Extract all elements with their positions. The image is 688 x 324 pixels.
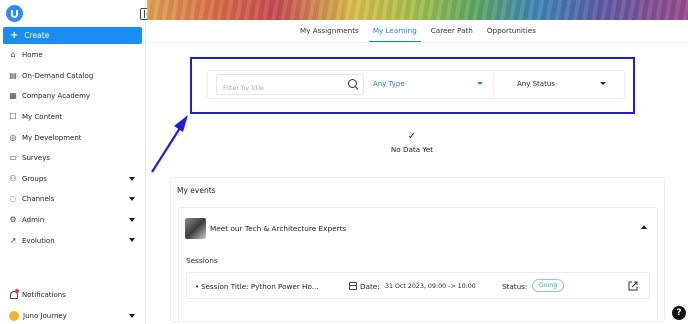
notifications-label: Notifications — [22, 290, 66, 299]
sidebar-item-label: Groups — [22, 174, 47, 183]
session-date-label: Date: — [360, 282, 380, 291]
evolution-icon: ↗ — [9, 235, 17, 245]
sidebar: + Create ⌂ Home ▤ On-Demand Catalog ▦ Company… — [0, 0, 146, 324]
sidebar-item-label: On-Demand Catalog — [22, 71, 94, 80]
notifications-link[interactable]: Notifications — [9, 289, 66, 299]
annotation-highlight-box — [190, 57, 635, 114]
chevron-down-icon — [129, 176, 135, 181]
sidebar-item-surveys[interactable]: ▭ Surveys — [0, 148, 146, 169]
chevron-down-icon — [129, 238, 135, 243]
sidebar-item-label: Company Academy — [22, 92, 91, 101]
bullet-icon: • — [195, 283, 200, 291]
tab-my-learning[interactable]: My Learning — [368, 22, 421, 43]
chevron-down-icon — [129, 217, 135, 222]
calendar-icon — [349, 282, 357, 290]
admin-icon: ⚙ — [9, 215, 17, 225]
groups-icon: ⚇ — [9, 173, 17, 183]
catalog-icon: ▤ — [9, 70, 17, 80]
sidebar-item-label: My Development — [22, 133, 82, 142]
sidebar-item-my-development[interactable]: ◎ My Development — [0, 127, 146, 148]
session-status-label: Status: — [502, 282, 528, 291]
event-card: Meet our Tech & Architecture Experts Ses… — [178, 207, 658, 322]
tab-career-path[interactable]: Career Path — [431, 22, 473, 42]
logo-icon[interactable] — [6, 5, 23, 22]
sidebar-item-home[interactable]: ⌂ Home — [0, 45, 146, 66]
sidebar-item-my-content[interactable]: ☐ My Content — [0, 107, 146, 128]
event-thumbnail — [185, 218, 206, 239]
chevron-down-icon — [129, 314, 135, 318]
annotation-arrow-icon — [151, 115, 188, 173]
sidebar-item-label: Channels — [22, 195, 55, 204]
help-icon[interactable]: ? — [672, 306, 686, 320]
sidebar-nav: ⌂ Home ▤ On-Demand Catalog ▦ Company Academy ☐… — [0, 45, 146, 251]
grid-icon: ▦ — [9, 91, 17, 101]
plus-icon: + — [10, 30, 19, 41]
sidebar-item-groups[interactable]: ⚇ Groups — [0, 169, 146, 190]
sidebar-item-admin[interactable]: ⚙ Admin — [0, 210, 146, 231]
sidebar-item-company-academy[interactable]: ▦ Company Academy — [0, 86, 146, 107]
chevron-down-icon — [129, 197, 135, 202]
external-link-icon[interactable] — [627, 280, 639, 292]
session-row: • Session Title: Python Power Ho... Date… — [186, 272, 650, 299]
sidebar-item-label: Home — [22, 51, 43, 60]
user-name: Juno Journey — [23, 312, 67, 320]
sidebar-item-label: Admin — [22, 216, 45, 225]
sidebar-item-label: Evolution — [22, 236, 55, 245]
sidebar-item-channels[interactable]: ◌ Channels — [0, 189, 146, 210]
tabs-divider — [147, 42, 688, 43]
avatar — [9, 311, 19, 321]
events-section: My events Meet our Tech & Architecture E… — [170, 177, 665, 322]
sidebar-item-evolution[interactable]: ↗ Evolution — [0, 230, 146, 251]
session-title-label: Session Title: — [201, 282, 249, 291]
check-icon: ✓ — [407, 131, 417, 142]
channels-icon: ◌ — [9, 194, 17, 204]
home-icon: ⌂ — [10, 50, 16, 60]
sessions-label: Sessions — [186, 256, 218, 265]
learning-tabs: My Assignments My Learning Career Path Oppo… — [300, 22, 550, 43]
create-button-label: Create — [24, 31, 50, 40]
header-banner — [147, 0, 688, 20]
event-name[interactable]: Meet our Tech & Architecture Experts — [210, 224, 346, 233]
app-window: + Create ⌂ Home ▤ On-Demand Catalog ▦ Company… — [0, 0, 688, 324]
sidebar-item-on-demand-catalog[interactable]: ▤ On-Demand Catalog — [0, 66, 146, 87]
session-title-value: Python Power Ho... — [250, 282, 319, 291]
sidebar-item-label: My Content — [22, 113, 63, 122]
create-button[interactable]: + Create — [3, 27, 142, 44]
survey-icon: ▭ — [9, 153, 17, 163]
tab-my-assignments[interactable]: My Assignments — [300, 22, 359, 42]
development-icon: ◎ — [9, 132, 17, 142]
session-date-value: 31 Oct 2023, 09:00 -> 10:00 — [385, 282, 476, 290]
empty-state: ✓ No Data Yet — [380, 131, 444, 155]
sidebar-item-label: Surveys — [22, 154, 50, 163]
status-badge: Going — [532, 279, 565, 292]
session-title: Session Title: Python Power Ho... — [201, 282, 319, 291]
chevron-up-icon[interactable] — [641, 225, 647, 229]
tab-opportunities[interactable]: Opportunities — [487, 22, 536, 42]
empty-state-message: No Data Yet — [390, 145, 434, 154]
user-menu[interactable]: Juno Journey — [9, 311, 146, 321]
bell-icon — [9, 289, 19, 299]
content-icon: ☐ — [9, 112, 17, 122]
events-title: My events — [177, 186, 216, 195]
